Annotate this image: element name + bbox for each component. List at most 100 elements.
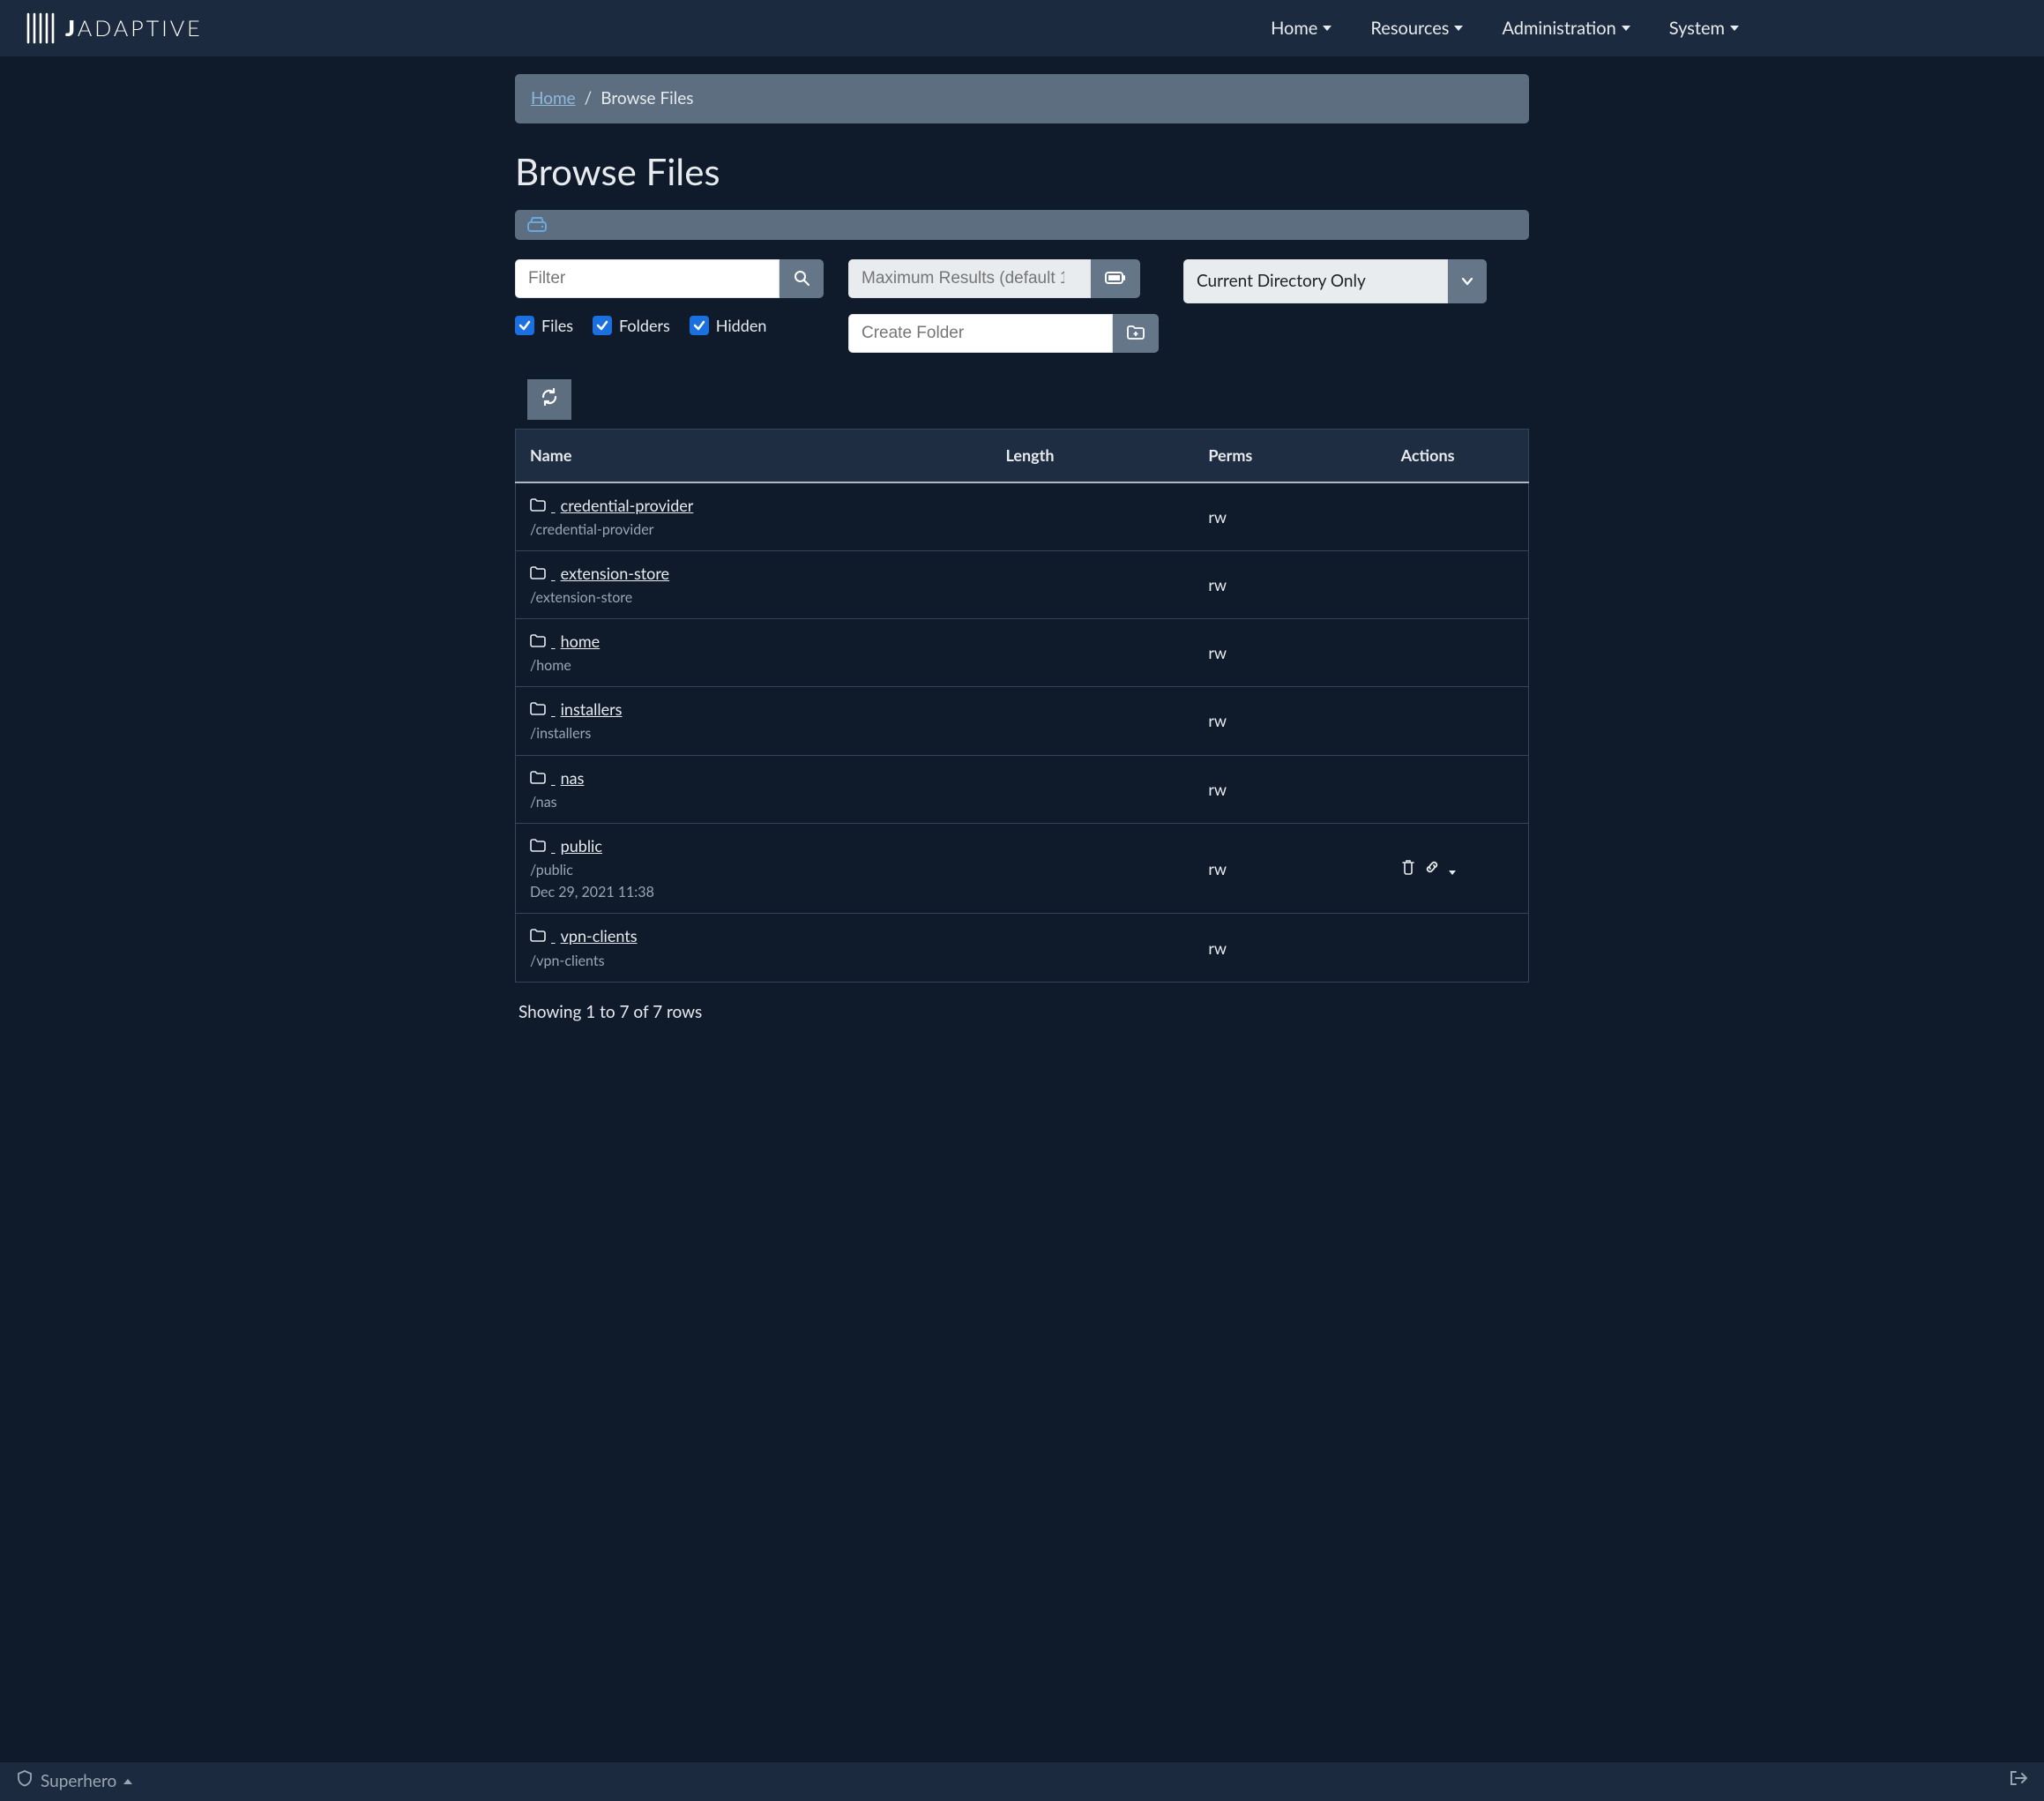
table-row: credential-provider/credential-provider r… — [516, 482, 1529, 551]
max-results-button[interactable] — [1091, 259, 1140, 298]
folder-link[interactable]: credential-provider — [530, 494, 693, 517]
max-results-group — [848, 259, 1159, 298]
nav-home[interactable]: Home — [1271, 16, 1332, 41]
brand-mark-icon — [23, 11, 58, 46]
cell-actions — [1387, 550, 1529, 618]
breadcrumb-separator: / — [585, 86, 593, 111]
brand-logo[interactable]: JJADAPTIVEADAPTIVE — [23, 11, 203, 46]
cell-perms: rw — [1194, 482, 1386, 551]
cell-perms: rw — [1194, 755, 1386, 823]
folder-name: installers — [561, 698, 623, 721]
folder-date: Dec 29, 2021 11:38 — [530, 882, 978, 902]
breadcrumb-home-link[interactable]: Home — [531, 86, 576, 111]
filter-group — [515, 259, 824, 298]
brand-text: JJADAPTIVEADAPTIVE — [65, 12, 203, 44]
footer: Superhero — [0, 1761, 2044, 1801]
col-actions[interactable]: Actions — [1387, 430, 1529, 482]
folder-path: /extension-store — [530, 587, 978, 608]
shield-icon — [16, 1769, 34, 1794]
folder-name: credential-provider — [561, 494, 694, 517]
refresh-button[interactable] — [527, 379, 571, 420]
folder-name: vpn-clients — [561, 924, 638, 947]
cell-length — [992, 482, 1195, 551]
controls-row: Files Folders Hidden — [515, 259, 1529, 353]
chevron-down-icon — [1454, 26, 1463, 31]
scope-select[interactable]: Current Directory Only — [1183, 259, 1488, 303]
files-table: Name Length Perms Actions credential-pro… — [515, 429, 1529, 982]
nav-system[interactable]: System — [1669, 16, 1739, 41]
breadcrumb-current: Browse Files — [601, 86, 693, 111]
table-row: extension-store/extension-store rw — [516, 550, 1529, 618]
folder-path: /credential-provider — [530, 519, 978, 540]
type-checkboxes: Files Folders Hidden — [515, 314, 824, 337]
nav-resources[interactable]: Resources — [1370, 16, 1463, 41]
delete-button[interactable] — [1401, 857, 1415, 880]
table-row: installers/installersrw — [516, 687, 1529, 755]
checkbox-checked-icon — [515, 316, 534, 335]
pagination-info: Showing 1 to 7 of 7 rows — [518, 1000, 1526, 1025]
table-wrap: Name Length Perms Actions credential-pro… — [515, 379, 1529, 1024]
cell-length — [992, 550, 1195, 618]
folder-link[interactable]: public — [530, 834, 602, 857]
folder-path: /public — [530, 860, 978, 880]
filter-input[interactable] — [515, 259, 780, 298]
hidden-checkbox[interactable]: Hidden — [690, 314, 767, 337]
folder-icon — [530, 834, 546, 857]
folder-icon — [530, 698, 546, 721]
logout-icon — [2009, 1771, 2028, 1791]
more-actions-button[interactable] — [1449, 857, 1456, 880]
cell-length — [992, 823, 1195, 913]
cell-actions — [1387, 755, 1529, 823]
breadcrumb: Home / Browse Files — [515, 74, 1529, 123]
col-length[interactable]: Length — [992, 430, 1195, 482]
trash-icon — [1401, 859, 1415, 878]
max-results-input[interactable] — [848, 259, 1091, 298]
folder-path: /nas — [530, 792, 978, 812]
folder-link[interactable]: extension-store — [530, 562, 669, 585]
share-link-button[interactable] — [1424, 857, 1440, 880]
scope-select-caret[interactable] — [1448, 259, 1487, 303]
theme-name: Superhero — [41, 1769, 116, 1794]
folders-checkbox[interactable]: Folders — [593, 314, 670, 337]
cell-perms: rw — [1194, 550, 1386, 618]
create-folder-group — [848, 314, 1159, 353]
folder-link[interactable]: home — [530, 630, 600, 653]
cell-actions — [1387, 823, 1529, 913]
checkbox-checked-icon — [690, 316, 709, 335]
create-folder-input[interactable] — [848, 314, 1113, 353]
folder-name: home — [561, 630, 601, 653]
refresh-icon — [541, 388, 558, 413]
chevron-down-icon — [1730, 26, 1739, 31]
search-button[interactable] — [780, 259, 824, 298]
cell-perms: rw — [1194, 823, 1386, 913]
cell-perms: rw — [1194, 914, 1386, 982]
drive-icon[interactable] — [527, 217, 547, 233]
cell-actions — [1387, 619, 1529, 687]
search-icon — [794, 270, 809, 288]
create-folder-button[interactable] — [1113, 314, 1159, 353]
cell-length — [992, 687, 1195, 755]
cell-length — [992, 755, 1195, 823]
cell-actions — [1387, 687, 1529, 755]
cell-actions — [1387, 482, 1529, 551]
col-name[interactable]: Name — [516, 430, 992, 482]
folder-link[interactable]: installers — [530, 698, 622, 721]
theme-switcher[interactable]: Superhero — [16, 1769, 132, 1794]
folder-path: /home — [530, 655, 978, 676]
cell-actions — [1387, 914, 1529, 982]
table-row: home/home rw — [516, 619, 1529, 687]
folder-name: public — [561, 834, 602, 857]
files-checkbox[interactable]: Files — [515, 314, 573, 337]
battery-icon — [1105, 272, 1126, 287]
path-bar — [515, 210, 1529, 240]
folder-path: /vpn-clients — [530, 951, 978, 971]
folder-link[interactable]: vpn-clients — [530, 924, 638, 947]
folder-icon — [530, 766, 546, 789]
cell-perms: rw — [1194, 619, 1386, 687]
folder-link[interactable]: nas — [530, 766, 584, 789]
nav-administration[interactable]: Administration — [1502, 16, 1630, 41]
col-perms[interactable]: Perms — [1194, 430, 1386, 482]
folder-icon — [530, 630, 546, 653]
cell-length — [992, 914, 1195, 982]
logout-button[interactable] — [2009, 1769, 2028, 1794]
